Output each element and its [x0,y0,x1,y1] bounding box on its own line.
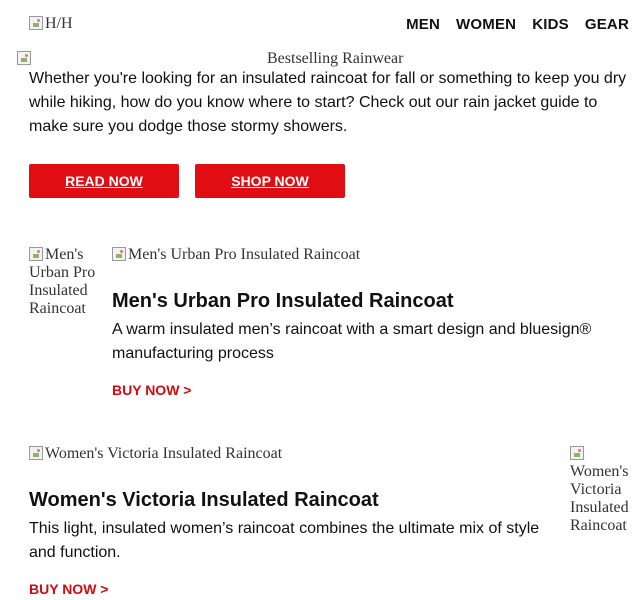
broken-image-icon [29,247,43,261]
read-now-button[interactable]: READ NOW [29,164,179,198]
broken-image-icon [29,16,43,30]
hero-image[interactable]: Bestselling Rainwear [17,50,427,68]
product-banner-mens-urban-pro[interactable]: Men's Urban Pro Insulated Raincoat [112,246,360,264]
hero-image-alt-text: Bestselling Rainwear [267,50,404,67]
nav-women[interactable]: WOMEN [456,16,516,33]
main-nav: MEN WOMEN KIDS GEAR [406,16,629,33]
product-banner-womens-victoria[interactable]: Women's Victoria Insulated Raincoat [29,445,282,463]
product-thumbnail-womens-victoria[interactable]: Women's Victoria Insulated Raincoat [570,445,636,535]
nav-gear[interactable]: GEAR [585,16,629,33]
nav-kids[interactable]: KIDS [532,16,569,33]
broken-image-icon [112,247,126,261]
product-title: Men's Urban Pro Insulated Raincoat [112,290,454,312]
buy-now-link-womens-victoria[interactable]: BUY NOW > [29,581,108,597]
product-title: Women's Victoria Insulated Raincoat [29,489,379,511]
nav-men[interactable]: MEN [406,16,440,33]
shop-now-button[interactable]: SHOP NOW [195,164,345,198]
logo-alt-text: H/H [45,15,73,32]
intro-text: Whether you're looking for an insulated … [29,70,627,135]
product-thumbnail-alt-text: Women's Victoria Insulated Raincoat [570,463,629,534]
product-banner-alt-text: Women's Victoria Insulated Raincoat [45,445,283,462]
broken-image-icon [570,446,584,460]
logo-image[interactable]: H/H [29,15,73,33]
product-banner-alt-text: Men's Urban Pro Insulated Raincoat [128,246,361,263]
product-thumbnail-mens-urban-pro[interactable]: Men's Urban Pro Insulated Raincoat [29,246,99,318]
buy-now-link-mens-urban-pro[interactable]: BUY NOW > [112,382,191,398]
product-description: A warm insulated men’s raincoat with a s… [112,321,592,362]
broken-image-icon [17,51,31,65]
broken-image-icon [29,446,43,460]
product-description: This light, insulated women’s raincoat c… [29,520,540,561]
